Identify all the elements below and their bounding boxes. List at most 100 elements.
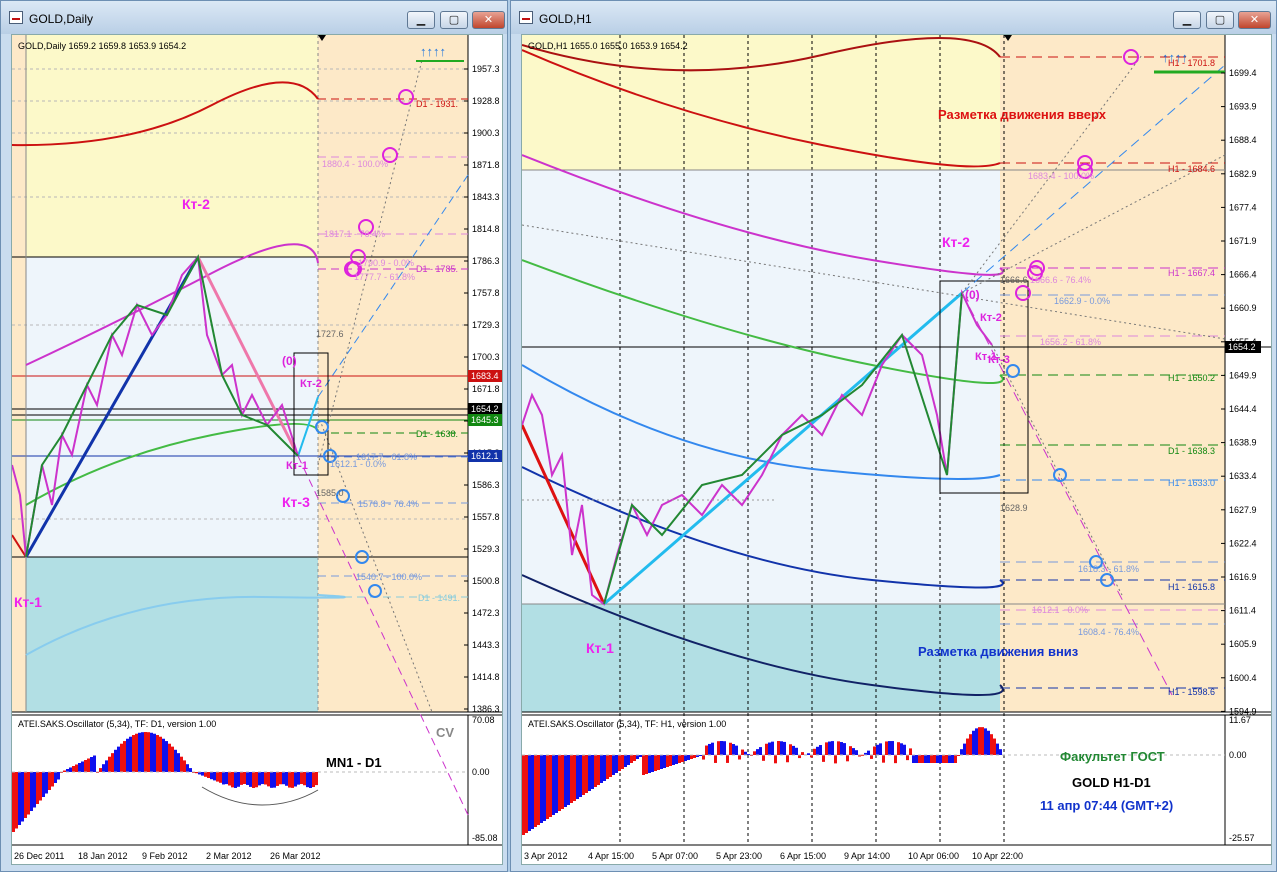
- oscillator-bar: [237, 772, 240, 787]
- oscillator-bar: [138, 732, 141, 772]
- oscillator-bar: [657, 755, 660, 770]
- oscillator-bar: [882, 755, 885, 763]
- oscillator-bar: [684, 755, 687, 761]
- maximize-button[interactable]: ▢: [440, 11, 468, 29]
- chart-window-gold-daily[interactable]: GOLD,Daily ▁ ▢ ✕ ↑↑↑↑ GOLD,Daily 1659.2 …: [0, 0, 508, 872]
- oscillator-bar: [69, 767, 72, 772]
- price-tick-label: 1557.8: [472, 512, 500, 522]
- oscillator-bar: [777, 741, 780, 755]
- oscillator-bar: [954, 755, 957, 763]
- maximize-button[interactable]: ▢: [1206, 11, 1234, 29]
- price-tick-label: 1472.3: [472, 608, 500, 618]
- price-tick-label: 1757.8: [472, 288, 500, 298]
- oscillator-bar: [546, 755, 549, 819]
- time-label: 26 Mar 2012: [270, 851, 321, 861]
- level-d1-1638: D1 - 1638.3: [1168, 446, 1215, 456]
- price-tick-label: 1843.3: [472, 192, 500, 202]
- oscillator-bar: [234, 772, 237, 788]
- oscillator-bar: [999, 749, 1002, 755]
- oscillator-bar: [231, 772, 234, 788]
- oscillator-bar: [912, 755, 915, 763]
- oscillator-bar: [945, 755, 948, 763]
- oscillator-bar: [867, 750, 870, 755]
- oscillator-bar: [939, 755, 942, 763]
- oscillator-bar: [78, 763, 81, 772]
- oscillator-bar: [837, 741, 840, 755]
- oscillator-bar: [186, 764, 189, 772]
- oscillator-bar: [249, 772, 252, 787]
- oscillator-bar: [585, 755, 588, 793]
- oscillator-bar: [240, 772, 243, 785]
- fib-1880: 1880.4 - 100.0%: [322, 159, 388, 169]
- oscillator-bar: [900, 743, 903, 755]
- oscillator-bar: [243, 772, 246, 785]
- oscillator-bar: [141, 732, 144, 772]
- oscillator-bar: [768, 742, 771, 755]
- time-label: 5 Apr 23:00: [716, 851, 762, 861]
- price-badge-label: 1645.3: [471, 415, 499, 425]
- oscillator-bar: [618, 755, 621, 771]
- oscillator-bar: [153, 733, 156, 772]
- price-tick-label: 1671.9: [1229, 236, 1257, 246]
- price-tick-label: 1682.9: [1229, 169, 1257, 179]
- h1-chart-svg[interactable]: ↑↑↑↑ GOLD,H1 1655.0 1655.0 1653.9 1654.2…: [522, 35, 1272, 865]
- window-titlebar[interactable]: GOLD,Daily ▁ ▢ ✕: [1, 1, 507, 34]
- price-tick-label: 1700.3: [472, 352, 500, 362]
- oscillator-bar: [63, 770, 66, 772]
- annotation-move-up: Разметка движения вверх: [938, 107, 1107, 122]
- oscillator-bar: [27, 772, 30, 815]
- oscillator-bar: [165, 741, 168, 772]
- oscillator-bar: [972, 730, 975, 755]
- oscillator-bar: [663, 755, 666, 768]
- oscillator-bar: [885, 741, 888, 755]
- level-h1-1701: H1 - 1701.8: [1168, 58, 1215, 68]
- chart-area[interactable]: ↑↑↑↑ GOLD,Daily 1659.2 1659.8 1653.9 165…: [11, 34, 503, 865]
- oscillator-bar: [309, 772, 312, 788]
- oscillator-bar: [48, 772, 51, 790]
- oscillator-bar: [168, 743, 171, 772]
- level-h1-1684: H1 - 1684.6: [1168, 164, 1215, 174]
- daily-chart-svg[interactable]: ↑↑↑↑ GOLD,Daily 1659.2 1659.8 1653.9 165…: [12, 35, 503, 865]
- oscillator-bar: [801, 752, 804, 755]
- oscillator-bar: [870, 755, 873, 759]
- time-label: 9 Feb 2012: [142, 851, 188, 861]
- annotation-kt1: Кт-1: [586, 640, 614, 656]
- minimize-button[interactable]: ▁: [1173, 11, 1201, 29]
- oscillator-bar: [681, 755, 684, 762]
- oscillator-bar: [861, 754, 864, 756]
- window-titlebar[interactable]: GOLD,H1 ▁ ▢ ✕: [511, 1, 1276, 34]
- annotation-kt2: Кт-2: [942, 234, 970, 250]
- oscillator-bar: [840, 742, 843, 755]
- price-tick-label: 1500.8: [472, 576, 500, 586]
- oscillator-bar: [612, 755, 615, 775]
- close-button[interactable]: ✕: [472, 11, 505, 29]
- oscillator-bar: [969, 734, 972, 755]
- oscillator-bar: [723, 741, 726, 755]
- close-button[interactable]: ✕: [1238, 11, 1271, 29]
- oscillator-bar: [879, 743, 882, 755]
- chart-window-gold-h1[interactable]: GOLD,H1 ▁ ▢ ✕ ↑↑↑↑ GOLD,H1 1655.0 1655.0…: [510, 0, 1277, 872]
- chart-area[interactable]: ↑↑↑↑ GOLD,H1 1655.0 1655.0 1653.9 1654.2…: [521, 34, 1272, 865]
- price-badge-label: 1612.1: [471, 451, 499, 461]
- level-h1-1598: H1 - 1598.6: [1168, 687, 1215, 697]
- oscillator-bar: [525, 755, 528, 833]
- fib-1656: 1656.2 - 61.8%: [1040, 337, 1101, 347]
- oscillator-bar: [849, 746, 852, 755]
- oscillator-bar: [930, 755, 933, 763]
- price-tick-label: 1616.9: [1229, 572, 1257, 582]
- oscillator-bar: [960, 749, 963, 755]
- osc-scale-mid: 0.00: [472, 767, 490, 777]
- oscillator-bar: [21, 772, 24, 822]
- oscillator-bar: [903, 744, 906, 755]
- oscillator-bar: [846, 755, 849, 762]
- oscillator-bar: [951, 755, 954, 763]
- price-tick-label: 1443.3: [472, 640, 500, 650]
- oscillator-bar: [630, 755, 633, 763]
- oscillator-bar: [966, 738, 969, 755]
- price-tick-label: 1605.9: [1229, 639, 1257, 649]
- oscillator-bar: [111, 753, 114, 772]
- oscillator-bar: [669, 755, 672, 766]
- oscillator-bar: [522, 755, 525, 835]
- minimize-button[interactable]: ▁: [407, 11, 435, 29]
- oscillator-bar: [246, 772, 249, 785]
